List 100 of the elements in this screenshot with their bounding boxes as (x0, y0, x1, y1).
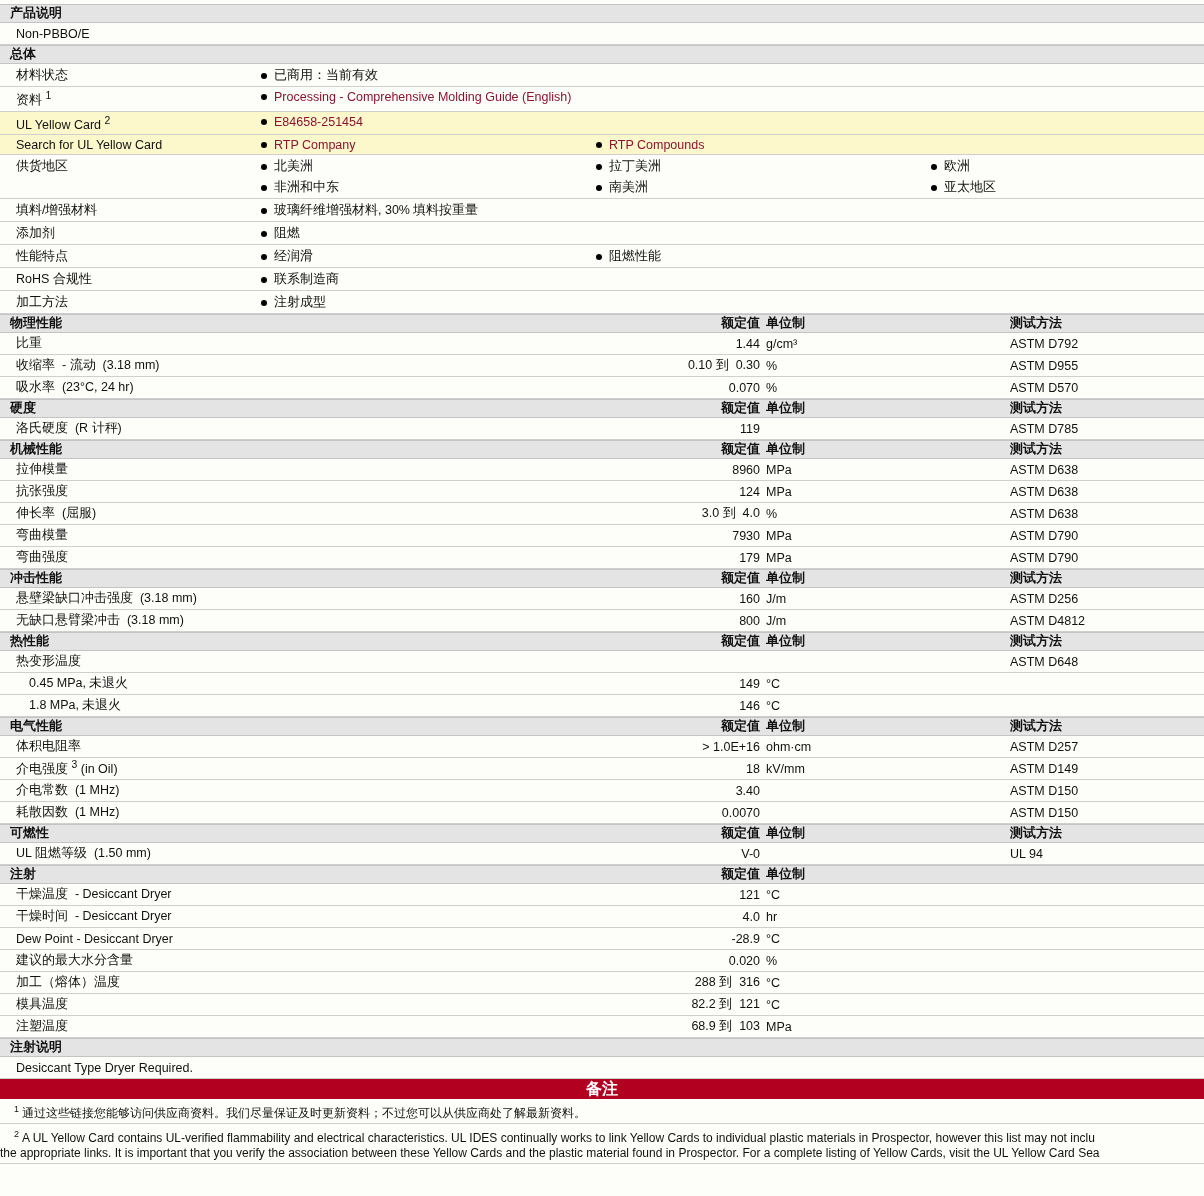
row-label: Search for UL Yellow Card (15, 138, 164, 153)
property-name: 热变形温度 (15, 653, 82, 671)
bullet-icon (596, 253, 602, 260)
property-name: 洛氏硬度 (R 计秤) (15, 420, 123, 438)
unit-text: kV/mm (765, 761, 806, 776)
section-title: 热性能 (9, 633, 50, 651)
column-header: 额定值 (720, 441, 760, 459)
property-name: 注塑温度 (15, 1018, 69, 1036)
unit-text: °C (765, 997, 782, 1012)
bullet-icon (261, 72, 267, 79)
column-header: 额定值 (720, 825, 760, 843)
property-value: 7930 (731, 528, 760, 543)
test-method: ASTM D638 (1010, 462, 1080, 477)
link[interactable]: E84658-251454 (274, 115, 363, 130)
unit-text: °C (765, 931, 782, 946)
test-method: ASTM D638 (1010, 506, 1080, 521)
property-name: 弯曲模量 (15, 527, 69, 545)
property-value: 119 (739, 421, 760, 436)
section-title: 物理性能 (9, 315, 63, 333)
bullet-icon (261, 276, 267, 283)
item-text: 玻璃纤维增强材料, 30% 填料按重量 (274, 202, 479, 220)
link[interactable]: RTP Company (274, 138, 356, 153)
section-title: 电气性能 (9, 718, 63, 736)
property-name: 加工（熔体）温度 (15, 974, 121, 992)
property-name: 体积电阻率 (15, 738, 82, 756)
row-label: 材料状态 (15, 67, 69, 84)
bullet-icon (931, 184, 937, 191)
property-value: 1.44 (734, 336, 760, 351)
property-name: UL 阻燃等级 (1.50 mm) (15, 845, 152, 863)
property-name: 无缺口悬臂梁冲击 (3.18 mm) (15, 612, 185, 630)
test-method: ASTM D790 (1010, 550, 1080, 565)
bullet-icon (596, 142, 602, 149)
unit-text: MPa (765, 484, 793, 499)
unit-text: % (765, 953, 779, 968)
test-method: ASTM D150 (1010, 783, 1080, 798)
unit-text: °C (765, 975, 782, 990)
link[interactable]: RTP Compounds (609, 138, 705, 153)
property-value: 3.0 到 4.0 (700, 505, 760, 523)
property-value: > 1.0E+16 (701, 739, 760, 754)
column-header: 单位制 (765, 441, 806, 459)
property-value: 288 到 316 (693, 974, 760, 992)
bullet-icon (261, 94, 267, 100)
unit-text: g/cm³ (765, 336, 799, 351)
column-header: 单位制 (765, 570, 806, 588)
column-header: 单位制 (765, 866, 806, 884)
test-method: ASTM D785 (1010, 421, 1080, 436)
column-header: 单位制 (765, 400, 806, 418)
column-header: 测试方法 (1010, 825, 1063, 843)
unit-text: MPa (765, 550, 793, 565)
property-value: 82.2 到 121 (690, 996, 760, 1014)
unit-text: % (765, 380, 779, 395)
footnote-mark: 1 (14, 1104, 19, 1115)
property-value: V-0 (740, 846, 760, 861)
bullet-icon (596, 184, 602, 191)
property-name: 吸水率 (23°C, 24 hr) (15, 379, 135, 397)
unit-text: MPa (765, 1019, 793, 1034)
item-text: 拉丁美洲 (609, 158, 661, 176)
row-label: 添加剂 (15, 225, 56, 243)
item-text: 亚太地区 (944, 179, 996, 197)
unit-text: J/m (765, 613, 788, 628)
column-header: 测试方法 (1010, 400, 1063, 418)
bullet-icon (261, 163, 267, 170)
unit-text: % (765, 358, 779, 373)
item-text: 阻燃 (274, 225, 300, 243)
unit-text: % (765, 506, 779, 521)
property-value: 149 (738, 676, 760, 691)
bullet-icon (261, 184, 267, 191)
property-name: 耗散因数 (1 MHz) (15, 804, 121, 822)
property-value: 800 (738, 613, 760, 628)
column-header: 额定值 (720, 866, 760, 884)
column-header: 测试方法 (1010, 718, 1063, 736)
row-label: 加工方法 (15, 294, 69, 312)
column-header: 单位制 (765, 633, 806, 651)
property-value: -28.9 (730, 931, 760, 946)
section-title: 冲击性能 (9, 570, 63, 588)
item-text: 已商用：当前有效 (274, 67, 378, 84)
unit-text: ohm·cm (765, 739, 813, 754)
test-method: UL 94 (1010, 846, 1044, 861)
test-method: ASTM D638 (1010, 484, 1080, 499)
property-value: 0.0070 (720, 805, 760, 820)
test-method: ASTM D149 (1010, 761, 1080, 776)
unit-text: °C (765, 676, 782, 691)
property-name: 拉伸模量 (15, 461, 69, 479)
property-name: 干燥温度 - Desiccant Dryer (15, 886, 173, 904)
row-label: UL Yellow Card $^{2}$ (15, 115, 112, 133)
column-header: 额定值 (720, 315, 760, 333)
property-value: 121 (738, 887, 760, 902)
column-header: 额定值 (720, 718, 760, 736)
row-label: 供货地区 (15, 158, 69, 176)
column-header: 额定值 (720, 570, 760, 588)
property-name: 伸长率 (屈服) (15, 505, 98, 523)
bullet-icon (596, 163, 602, 170)
description-text: Non-PBBO/E (15, 26, 90, 41)
unit-text: J/m (765, 591, 788, 606)
bullet-icon (261, 230, 267, 237)
bullet-icon (261, 299, 267, 306)
link[interactable]: Processing - Comprehensive Molding Guide (English) (274, 90, 572, 104)
bullet-icon (261, 207, 267, 214)
test-method: ASTM D648 (1010, 654, 1080, 669)
property-value: 18 (745, 761, 760, 776)
